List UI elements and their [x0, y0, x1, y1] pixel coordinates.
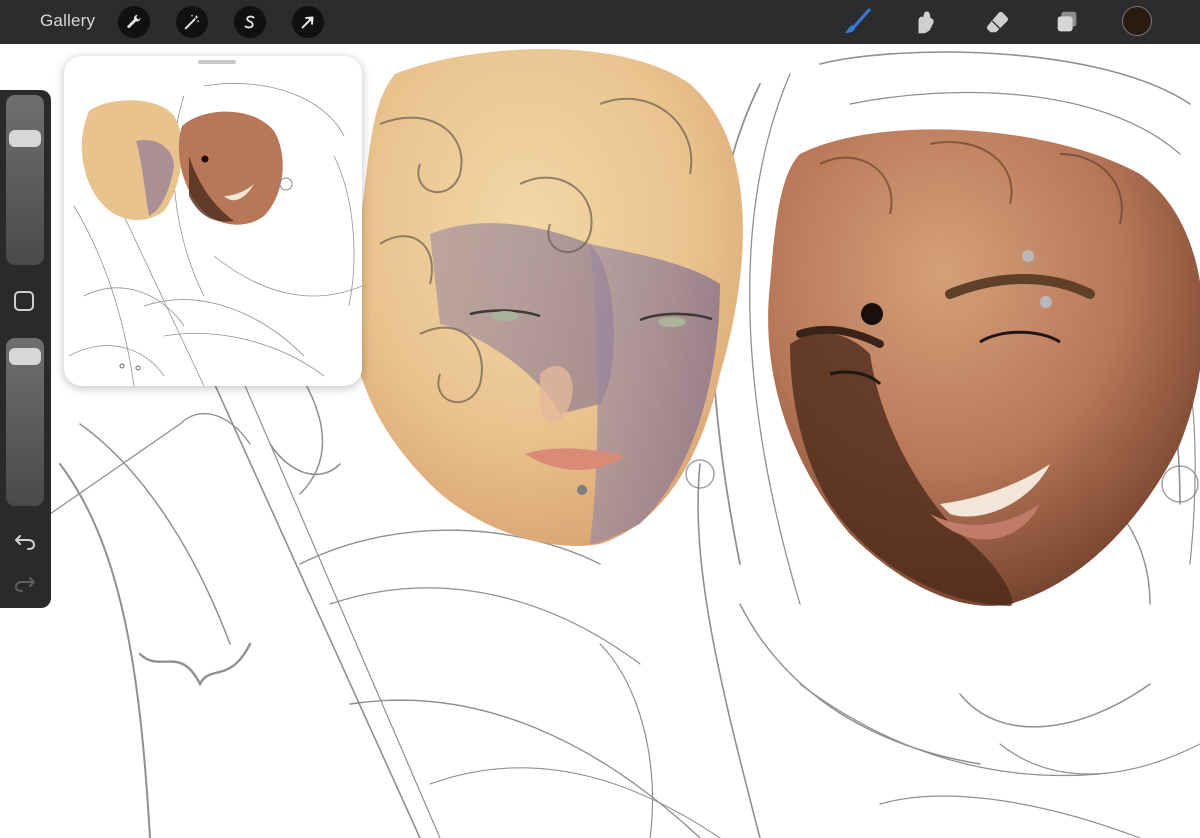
- transform-button[interactable]: [292, 6, 324, 38]
- actions-button[interactable]: [118, 6, 150, 38]
- left-sidebar: [0, 90, 51, 608]
- gallery-button[interactable]: Gallery: [40, 11, 95, 31]
- brush-button[interactable]: [840, 6, 874, 38]
- eraser-button[interactable]: [980, 6, 1014, 38]
- reference-thumbnail: [68, 83, 362, 386]
- layers-button[interactable]: [1050, 6, 1084, 38]
- brush-size-slider[interactable]: [6, 95, 44, 265]
- magic-wand-icon: [184, 14, 200, 30]
- brush-size-slider-thumb[interactable]: [9, 130, 41, 148]
- opacity-slider-thumb[interactable]: [9, 348, 41, 366]
- selection-button[interactable]: [234, 6, 266, 38]
- reference-window[interactable]: [64, 56, 362, 386]
- smudge-button[interactable]: [908, 6, 942, 38]
- selection-s-icon: [244, 15, 255, 29]
- reference-drag-handle[interactable]: [198, 60, 236, 64]
- top-toolbar: Gallery: [0, 0, 1200, 44]
- modify-button[interactable]: [14, 291, 34, 311]
- arrow-cursor-icon: [301, 16, 314, 29]
- redo-arrow-icon[interactable]: [14, 574, 36, 592]
- eraser-icon: [986, 11, 1008, 33]
- smudge-finger-icon: [918, 11, 934, 34]
- undo-arrow-icon[interactable]: [14, 532, 36, 550]
- wrench-icon: [127, 14, 141, 29]
- opacity-slider[interactable]: [6, 338, 44, 506]
- brush-icon: [845, 8, 871, 33]
- color-picker-swatch[interactable]: [1122, 6, 1152, 36]
- layers-icon: [1057, 11, 1077, 32]
- adjustments-button[interactable]: [176, 6, 208, 38]
